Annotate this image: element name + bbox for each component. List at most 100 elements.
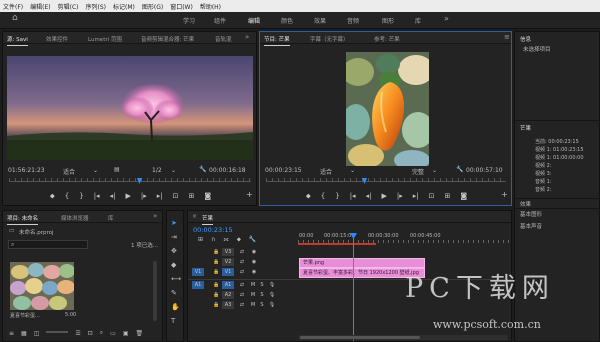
source-patch-v1[interactable]: V1 [192, 268, 204, 276]
tab-project[interactable]: 项目: 未命名 [7, 214, 39, 225]
timeline-ruler[interactable]: 00:00 00:00:15:00 00:00:30:00 00:00:45:0… [298, 233, 511, 245]
mute-icon[interactable]: M [250, 301, 256, 309]
source-patch-a1[interactable]: A1 [192, 281, 204, 289]
panel-effects-title[interactable]: 效果 [520, 200, 531, 208]
track-v1-label[interactable]: V1 [222, 268, 234, 276]
new-bin-icon[interactable]: ▭ [110, 330, 116, 337]
home-icon[interactable]: ⌂ [12, 13, 18, 23]
mute-icon[interactable]: M [250, 291, 256, 299]
program-scrubber[interactable] [266, 178, 506, 184]
project-scrollbar[interactable] [153, 261, 157, 321]
program-mark-out-icon[interactable]: } [335, 192, 339, 200]
project-clip-thumbnail[interactable] [10, 262, 74, 310]
menu-graphics[interactable]: 图形(G) [142, 2, 163, 11]
program-play-icon[interactable]: ▶ [381, 192, 386, 200]
tab-program[interactable]: 节目: 芒果 [264, 35, 290, 46]
menu-sequence[interactable]: 序列(S) [86, 2, 107, 11]
selection-tool-icon[interactable]: ➤ [171, 219, 181, 227]
slip-tool-icon[interactable]: ⟷ [171, 275, 181, 283]
hand-tool-icon[interactable]: ✋ [171, 303, 181, 311]
mic-icon[interactable]: 🎙 [268, 301, 276, 309]
program-go-to-in-icon[interactable]: |◂ [350, 192, 356, 200]
icon-view-icon[interactable]: ▦ [21, 330, 27, 337]
timeline-close-icon[interactable]: × [192, 213, 197, 220]
tab-reference[interactable]: 参考: 芒果 [374, 35, 400, 43]
tab-audio-clip-mixer[interactable]: 音频剪辑混合器: 芒果 [141, 35, 194, 43]
sync-lock-icon[interactable]: ⇄ [238, 268, 246, 276]
workspace-tab-libraries[interactable]: 库 [415, 16, 421, 25]
workspace-tab-effects[interactable]: 效果 [314, 16, 326, 25]
workspace-tab-color[interactable]: 颜色 [281, 16, 293, 25]
automate-icon[interactable]: ⊡ [88, 330, 93, 337]
eye-icon[interactable]: ◉ [250, 268, 258, 276]
tab-libraries[interactable]: 库 [108, 214, 114, 222]
source-wrench-icon[interactable]: 🔧 [199, 166, 206, 173]
eye-icon[interactable]: ◉ [250, 248, 258, 256]
sync-lock-icon[interactable]: ⇄ [238, 248, 246, 256]
overwrite-icon[interactable]: ⊞ [188, 192, 194, 200]
lock-icon[interactable]: 🔒 [213, 281, 219, 289]
ripple-edit-tool-icon[interactable]: ✥ [171, 247, 181, 255]
project-more-button[interactable]: » [153, 212, 157, 220]
tab-effect-controls[interactable]: 效果控件 [46, 35, 68, 43]
mic-icon[interactable]: 🎙 [268, 281, 276, 289]
insert-icon[interactable]: ⊡ [173, 192, 179, 200]
track-a1-label[interactable]: A1 [222, 281, 234, 289]
lock-icon[interactable]: 🔒 [213, 258, 219, 266]
tab-captions[interactable]: 字幕（无字幕） [310, 35, 349, 43]
tab-sequence[interactable]: 芒果 [202, 214, 214, 225]
zoom-slider[interactable] [46, 331, 69, 333]
lock-icon[interactable]: 🔒 [213, 248, 219, 256]
project-search-input[interactable]: ⌕ [8, 240, 88, 249]
program-quality-dropdown[interactable]: 完整 [412, 167, 424, 176]
menu-file[interactable]: 文件(F) [3, 2, 23, 11]
program-mark-in-icon[interactable]: { [321, 192, 325, 200]
program-quality-chevron-icon[interactable]: ⌄ [432, 167, 437, 174]
program-step-back-icon[interactable]: ◂| [366, 192, 372, 200]
timeline-settings-icon[interactable]: 🔧 [249, 236, 256, 244]
menu-window[interactable]: 窗口(W) [170, 2, 193, 11]
add-marker-icon[interactable]: ⬥ [50, 192, 55, 201]
timeline-playhead[interactable] [353, 233, 354, 341]
type-tool-icon[interactable]: T [171, 317, 181, 325]
workspace-tab-assembly[interactable]: 组件 [214, 16, 226, 25]
track-v3-label[interactable]: V3 [222, 248, 234, 256]
mute-icon[interactable]: M [250, 281, 256, 289]
mark-in-icon[interactable]: { [65, 192, 69, 200]
mic-icon[interactable]: 🎙 [268, 291, 276, 299]
list-view-icon[interactable]: ≡ [9, 330, 14, 337]
panel-essential-graphics-title[interactable]: 基本图形 [520, 210, 542, 218]
sync-lock-icon[interactable]: ⇄ [238, 291, 246, 299]
program-menu-icon[interactable]: ≡ [504, 33, 510, 41]
eye-icon[interactable]: ◉ [250, 258, 258, 266]
program-add-marker-icon[interactable]: ⬥ [306, 192, 311, 201]
program-go-to-out-icon[interactable]: ▸| [413, 192, 419, 200]
timeline-timecode[interactable]: 00:00:23:15 [193, 226, 233, 234]
workspace-tab-learn[interactable]: 学习 [183, 16, 195, 25]
menu-markers[interactable]: 标记(M) [113, 2, 135, 11]
find-icon[interactable]: ⌕ [100, 329, 103, 337]
menu-clip[interactable]: 剪辑(C) [58, 2, 79, 11]
workspace-tab-graphics[interactable]: 图形 [382, 16, 394, 25]
snap-icon[interactable]: ∩ [211, 236, 215, 244]
nest-icon[interactable]: ⊞ [198, 236, 203, 244]
sync-lock-icon[interactable]: ⇄ [238, 281, 246, 289]
lock-icon[interactable]: 🔒 [213, 291, 219, 299]
tab-audio-track-mixer[interactable]: 音轨混 [215, 35, 232, 43]
solo-icon[interactable]: S [259, 301, 265, 309]
track-select-tool-icon[interactable]: ⇥ [171, 233, 181, 241]
program-fit-chevron-icon[interactable]: ⌄ [350, 167, 355, 174]
source-more-button[interactable]: » [245, 33, 249, 41]
program-export-frame-icon[interactable]: ◙ [460, 192, 467, 200]
sync-lock-icon[interactable]: ⇄ [238, 301, 246, 309]
track-a2-label[interactable]: A2 [222, 291, 234, 299]
go-to-in-icon[interactable]: |◂ [94, 192, 100, 200]
panel-essential-sound-title[interactable]: 基本声音 [520, 222, 542, 230]
play-icon[interactable]: ▶ [125, 192, 130, 200]
program-step-forward-icon[interactable]: |▸ [397, 192, 403, 200]
program-wrench-icon[interactable]: 🔧 [456, 166, 463, 173]
extract-icon[interactable]: ⊞ [444, 192, 450, 200]
source-settings-icon[interactable]: ▤ [114, 166, 120, 173]
workspace-tab-audio[interactable]: 音频 [347, 16, 359, 25]
source-fit-chevron-icon[interactable]: ⌄ [93, 167, 98, 174]
